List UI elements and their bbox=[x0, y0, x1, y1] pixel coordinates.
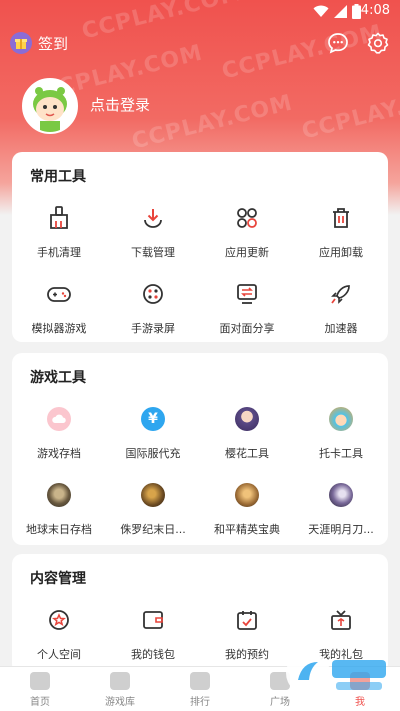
yen-icon: ¥ bbox=[139, 405, 167, 433]
ranking-icon bbox=[190, 672, 210, 690]
tool-app-uninstall[interactable]: 应用卸载 bbox=[294, 196, 388, 272]
game-library-icon bbox=[110, 672, 130, 690]
tool-label: 应用更新 bbox=[225, 246, 269, 259]
tool-personal-space[interactable]: 个人空间 bbox=[12, 598, 106, 674]
clock: 4:08 bbox=[360, 3, 390, 18]
tool-earth-doomsday[interactable]: 地球末日存档 bbox=[12, 473, 106, 549]
gift-box-icon bbox=[327, 606, 355, 634]
tool-label: 加速器 bbox=[324, 322, 358, 335]
game-avatar bbox=[45, 481, 73, 509]
record-icon bbox=[139, 280, 167, 308]
gift-icon bbox=[10, 32, 32, 54]
tool-label: 国际服代充 bbox=[125, 447, 181, 460]
signin-label: 签到 bbox=[38, 34, 69, 53]
tab-label: 游戏库 bbox=[105, 697, 135, 708]
tool-label: 和平精英宝典 bbox=[214, 523, 280, 536]
tab-home[interactable]: 首页 bbox=[0, 667, 80, 711]
battery-icon bbox=[352, 4, 361, 19]
tab-game-library[interactable]: 游戏库 bbox=[80, 667, 160, 711]
home-icon bbox=[30, 672, 50, 690]
tool-label: 应用卸载 bbox=[319, 246, 363, 259]
tool-wallet[interactable]: 我的钱包 bbox=[106, 598, 200, 674]
tool-label: 游戏存档 bbox=[37, 447, 81, 460]
tool-toca[interactable]: 托卡工具 bbox=[294, 397, 388, 473]
rocket-icon bbox=[327, 280, 355, 308]
avatar[interactable] bbox=[22, 78, 78, 134]
tool-accelerator[interactable]: 加速器 bbox=[294, 272, 388, 348]
tool-label: 我的预约 bbox=[225, 648, 269, 661]
star-badge-icon bbox=[45, 606, 73, 634]
login-link[interactable]: 点击登录 bbox=[90, 94, 150, 115]
site-logo-overlay bbox=[286, 651, 386, 695]
tool-label: 手机清理 bbox=[37, 246, 81, 259]
tool-jurassic[interactable]: 侏罗纪末日... bbox=[106, 473, 200, 549]
status-bar: 4:08 bbox=[0, 0, 400, 24]
sakura-avatar bbox=[233, 405, 261, 433]
tool-app-update[interactable]: 应用更新 bbox=[200, 196, 294, 272]
section-title: 常用工具 bbox=[30, 169, 86, 185]
trash-icon bbox=[327, 204, 355, 232]
section-title: 游戏工具 bbox=[30, 370, 86, 386]
tool-intl-recharge[interactable]: ¥ 国际服代充 bbox=[106, 397, 200, 473]
common-tools-card: 常用工具 手机清理 下载管理 应用更新 应用卸载 模拟器游戏 手游录屏 面对面分… bbox=[12, 152, 388, 342]
cloud-save-icon bbox=[45, 405, 73, 433]
tool-game-save[interactable]: 游戏存档 bbox=[12, 397, 106, 473]
tool-download-manager[interactable]: 下载管理 bbox=[106, 196, 200, 272]
watermark: CCPLAY.COM bbox=[129, 90, 296, 155]
tool-label: 侏罗纪末日... bbox=[120, 523, 186, 536]
calendar-check-icon bbox=[233, 606, 261, 634]
tool-label: 手游录屏 bbox=[131, 322, 175, 335]
tool-label: 面对面分享 bbox=[219, 322, 275, 335]
tool-label: 下载管理 bbox=[131, 246, 175, 259]
watermark: CCPLAY.COM bbox=[299, 80, 400, 145]
tool-reservations[interactable]: 我的预约 bbox=[200, 598, 294, 674]
settings-icon[interactable] bbox=[366, 31, 390, 55]
share-screen-icon bbox=[233, 280, 261, 308]
tool-label: 樱花工具 bbox=[225, 447, 269, 460]
game-avatar bbox=[233, 481, 261, 509]
tool-face-to-face-share[interactable]: 面对面分享 bbox=[200, 272, 294, 348]
game-avatar bbox=[327, 481, 355, 509]
game-avatar bbox=[139, 481, 167, 509]
message-icon[interactable] bbox=[326, 31, 350, 55]
toca-avatar bbox=[327, 405, 355, 433]
tool-label: 托卡工具 bbox=[319, 447, 363, 460]
tab-label: 排行 bbox=[190, 697, 210, 708]
tool-sakura[interactable]: 樱花工具 bbox=[200, 397, 294, 473]
tool-label: 地球末日存档 bbox=[26, 523, 92, 536]
tool-peace-elite[interactable]: 和平精英宝典 bbox=[200, 473, 294, 549]
signal-icon bbox=[334, 5, 347, 18]
wifi-icon bbox=[313, 5, 329, 17]
signin-button[interactable]: 签到 bbox=[10, 31, 68, 55]
apps-grid-icon bbox=[233, 204, 261, 232]
tab-ranking[interactable]: 排行 bbox=[160, 667, 240, 711]
broom-icon bbox=[45, 204, 73, 232]
tool-label: 模拟器游戏 bbox=[31, 322, 87, 335]
section-title: 内容管理 bbox=[30, 571, 86, 587]
tool-label: 个人空间 bbox=[37, 648, 81, 661]
download-icon bbox=[139, 204, 167, 232]
tab-label: 首页 bbox=[30, 697, 50, 708]
gamepad-icon bbox=[45, 280, 73, 308]
watermark: CCPLAY.COM bbox=[219, 20, 386, 85]
tool-label: 天涯明月刀... bbox=[308, 523, 374, 536]
tool-screen-record[interactable]: 手游录屏 bbox=[106, 272, 200, 348]
tool-phone-clean[interactable]: 手机清理 bbox=[12, 196, 106, 272]
tool-emulator-games[interactable]: 模拟器游戏 bbox=[12, 272, 106, 348]
tool-label: 我的钱包 bbox=[131, 648, 175, 661]
wallet-icon bbox=[139, 606, 167, 634]
tool-tianya[interactable]: 天涯明月刀... bbox=[294, 473, 388, 549]
game-tools-card: 游戏工具 游戏存档 ¥ 国际服代充 樱花工具 托卡工具 地球末日存档 侏罗纪末日… bbox=[12, 353, 388, 545]
